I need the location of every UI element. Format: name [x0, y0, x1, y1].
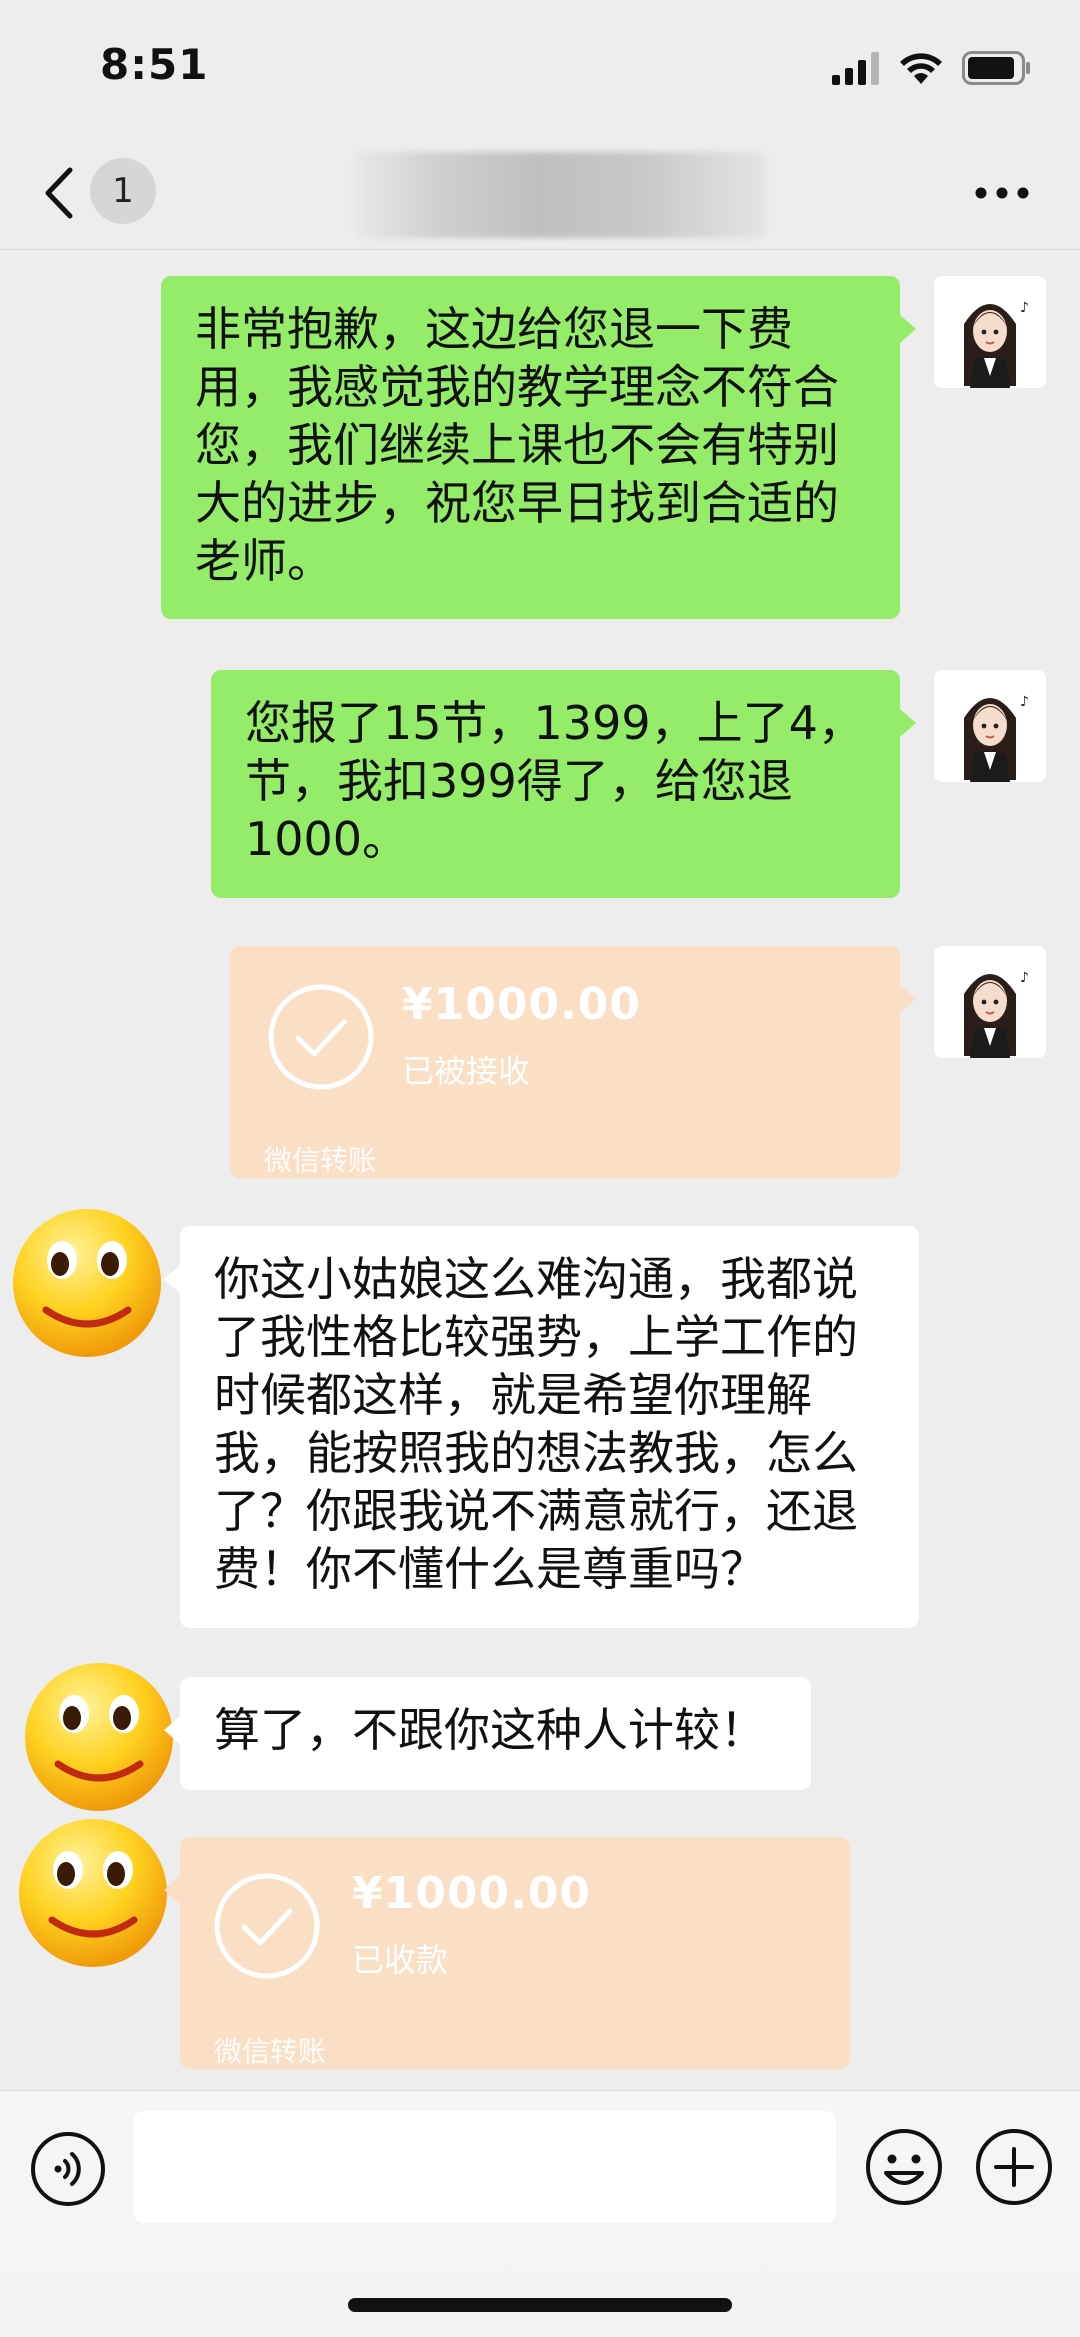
- self-avatar[interactable]: ♪: [934, 670, 1046, 782]
- transfer-status: 已被接收: [402, 1052, 531, 1090]
- smiley-avatar-icon[interactable]: [24, 1662, 174, 1812]
- message-text: 算了，不跟你这种人计较！: [214, 1703, 766, 1757]
- smiley-avatar-icon[interactable]: [18, 1818, 168, 1968]
- chat-title-blurred: [355, 152, 765, 238]
- unread-count-badge[interactable]: 1: [90, 158, 156, 224]
- transfer-card[interactable]: ¥1000.00 已收款 微信转账: [180, 1837, 850, 2069]
- sent-message-bubble[interactable]: 非常抱歉，这边给您退一下费用，我感觉我的教学理念不符合您，我们继续上课也不会有特…: [161, 276, 900, 619]
- wifi-icon: [900, 53, 942, 84]
- status-icons: [832, 48, 1032, 88]
- transfer-status: 已收款: [352, 1941, 449, 1979]
- back-chevron-icon[interactable]: [40, 162, 80, 224]
- status-time: 8:51: [100, 40, 209, 89]
- girl-avatar-icon: ♪: [934, 276, 1046, 388]
- bubble-tail: [900, 315, 916, 343]
- transfer-footer-label: 微信转账: [214, 2035, 327, 2068]
- status-bar: 8:51: [0, 0, 1080, 140]
- svg-text:♪: ♪: [1020, 694, 1029, 710]
- transfer-footer-label: 微信转账: [264, 1144, 377, 1177]
- self-avatar[interactable]: ♪: [934, 946, 1046, 1058]
- bubble-tail: [164, 1716, 180, 1744]
- sent-message-bubble[interactable]: 您报了15节，1399，上了4，节，我扣399得了，给您退1000。: [211, 670, 900, 898]
- bubble-tail: [900, 709, 916, 737]
- battery-icon: [962, 51, 1030, 85]
- emoji-picker-icon[interactable]: [864, 2127, 944, 2207]
- girl-avatar-icon: ♪: [934, 946, 1046, 1058]
- transfer-received-check-icon: [268, 984, 374, 1090]
- transfer-card[interactable]: ¥1000.00 已被接收 微信转账: [230, 946, 900, 1178]
- message-text: 非常抱歉，这边给您退一下费用，我感觉我的教学理念不符合您，我们继续上课也不会有特…: [195, 302, 839, 588]
- message-text-input[interactable]: [134, 2111, 836, 2223]
- svg-text:♪: ♪: [1020, 970, 1029, 986]
- transfer-amount: ¥1000.00: [352, 1868, 592, 1919]
- more-functions-plus-icon[interactable]: [974, 2127, 1054, 2207]
- girl-avatar-icon: ♪: [934, 670, 1046, 782]
- voice-input-icon[interactable]: [30, 2131, 106, 2207]
- transfer-amount: ¥1000.00: [402, 979, 642, 1030]
- svg-text:♪: ♪: [1020, 300, 1029, 316]
- chat-nav-bar: 1: [0, 140, 1080, 250]
- home-indicator[interactable]: [348, 2298, 732, 2312]
- bubble-tail: [164, 1876, 180, 1904]
- bubble-tail: [900, 985, 916, 1013]
- bubble-tail: [164, 1265, 180, 1293]
- self-avatar[interactable]: ♪: [934, 276, 1046, 388]
- received-message-bubble[interactable]: 算了，不跟你这种人计较！: [180, 1677, 811, 1790]
- message-text: 您报了15节，1399，上了4，节，我扣399得了，给您退1000。: [245, 696, 864, 866]
- more-options-icon[interactable]: [974, 178, 1030, 208]
- received-message-bubble[interactable]: 你这小姑娘这么难沟通，我都说了我性格比较强势，上学工作的时候都这样，就是希望你理…: [180, 1226, 919, 1628]
- cellular-signal-icon: [832, 52, 879, 85]
- message-text: 你这小姑娘这么难沟通，我都说了我性格比较强势，上学工作的时候都这样，就是希望你理…: [214, 1252, 858, 1596]
- transfer-received-check-icon: [214, 1873, 320, 1979]
- smiley-avatar-icon[interactable]: [12, 1208, 162, 1358]
